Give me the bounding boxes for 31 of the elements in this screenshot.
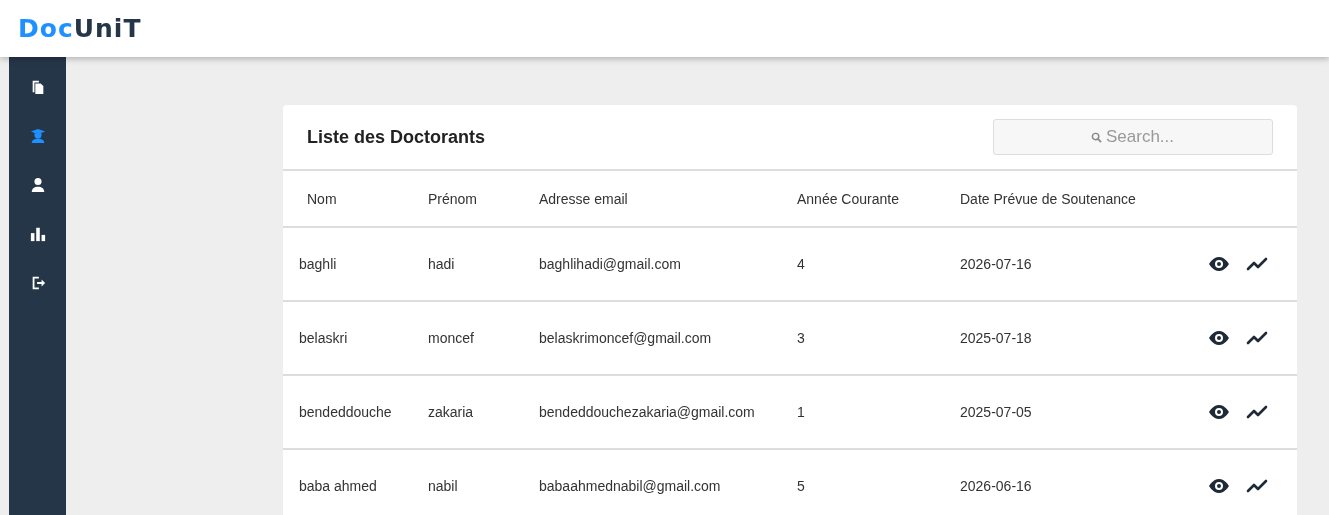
table-cell-text: bendeddouche	[299, 404, 393, 420]
table-cell-text: hadi	[428, 256, 456, 272]
table-cell-text: moncef	[428, 330, 475, 346]
user-icon[interactable]	[29, 177, 46, 193]
column-header: Année Courante	[797, 190, 900, 207]
table-cell-text: 2026-06-16	[960, 478, 1033, 494]
table-cell-text: baghli	[299, 256, 338, 272]
graduate-icon[interactable]	[29, 128, 46, 144]
table-cell-text: 4	[797, 256, 806, 272]
table-cell-text: belaskrimoncef@gmail.com	[539, 330, 713, 346]
table-cell-text: bendeddouchezakaria@gmail.com	[539, 404, 756, 420]
table-cell-text: zakaria	[428, 404, 475, 420]
table-cell-text: 1	[797, 404, 806, 420]
bar-chart-icon[interactable]	[29, 226, 46, 242]
table-cell-text: babaahmednabil@gmail.com	[539, 478, 722, 494]
table-cell-text: 2026-07-16	[960, 256, 1033, 272]
table-cell-text: baghlihadi@gmail.com	[539, 256, 682, 272]
table-cell-text: nabil	[428, 478, 459, 494]
card-title: Liste des Doctorants	[307, 126, 486, 148]
search-field[interactable]: Search...	[993, 119, 1273, 155]
column-header: Prénom	[428, 190, 479, 207]
table-cell-text: 2025-07-05	[960, 404, 1033, 420]
table-cell-text: 3	[797, 330, 806, 346]
column-header: Nom	[306, 190, 338, 207]
column-header: Adresse email	[539, 190, 629, 207]
table-cell-text: belaskri	[299, 330, 349, 346]
logo: DocUniT	[18, 14, 142, 43]
table-cell-text: baba ahmed	[299, 478, 378, 494]
table-cell-text: 5	[797, 478, 806, 494]
table-cell-text: 2025-07-18	[960, 330, 1033, 346]
column-header: Date Prévue de Soutenance	[960, 190, 1137, 207]
